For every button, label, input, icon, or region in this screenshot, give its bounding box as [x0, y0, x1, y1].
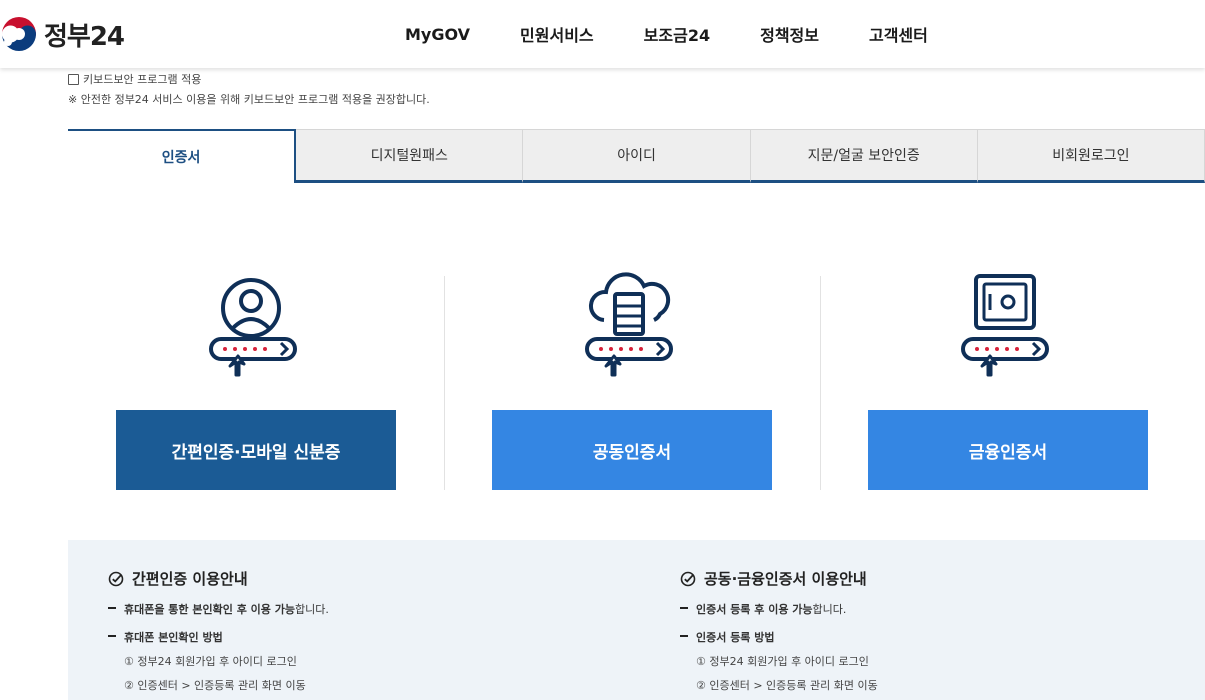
- info-title: 공동·금융인증서 이용안내: [680, 568, 878, 589]
- nav-customer-center[interactable]: 고객센터: [869, 22, 928, 46]
- cloud-server-icon: [585, 272, 673, 377]
- info-bullet-bold: 휴대폰 본인확인 방법: [124, 631, 223, 644]
- nav-policy[interactable]: 정책정보: [760, 22, 819, 46]
- info-bullet-bold: 인증서 등록 후 이용 가능: [696, 603, 813, 616]
- site-logo[interactable]: 정부24: [0, 14, 125, 54]
- financial-cert-button[interactable]: 금융인증서: [868, 410, 1148, 490]
- logo-text: 정부24: [44, 21, 125, 52]
- info-box: 간편인증 이용안내 휴대폰을 통한 본인확인 후 이용 가능합니다. 휴대폰 본…: [68, 540, 1205, 700]
- info-bullet: 휴대폰을 통한 본인확인 후 이용 가능합니다.: [108, 601, 329, 617]
- info-title-text: 간편인증 이용안내: [132, 570, 248, 588]
- card-divider: [444, 276, 445, 490]
- info-bullet: 휴대폰 본인확인 방법: [108, 629, 329, 645]
- tab-biometric[interactable]: 지문/얼굴 보안인증: [750, 129, 978, 183]
- info-bullet: 인증서 등록 방법: [680, 629, 878, 645]
- nav-subsidy[interactable]: 보조금24: [644, 22, 710, 46]
- info-joint-cert: 공동·금융인증서 이용안내 인증서 등록 후 이용 가능합니다. 인증서 등록 …: [680, 568, 878, 693]
- main-nav: MyGOV 민원서비스 보조금24 정책정보 고객센터: [380, 0, 953, 68]
- taegeuk-logo-icon: [2, 17, 36, 51]
- tab-id[interactable]: 아이디: [523, 129, 751, 183]
- info-step: ① 정부24 회원가입 후 아이디 로그인: [124, 655, 297, 668]
- info-bullet-rest: 합니다.: [812, 603, 847, 616]
- keyboard-security-row: 키보드보안 프로그램 적용: [68, 71, 201, 87]
- check-circle-icon: [680, 571, 696, 586]
- info-bullet-bold: 인증서 등록 방법: [696, 631, 775, 644]
- keyboard-security-note: ※ 안전한 정부24 서비스 이용을 위해 키보드보안 프로그램 적용을 권장합…: [68, 93, 430, 106]
- safe-icon: [961, 274, 1049, 377]
- card-divider: [820, 276, 821, 490]
- info-bullet-rest: 합니다.: [294, 603, 329, 616]
- info-step: ② 인증센터 > 인증등록 관리 화면 이동: [696, 679, 878, 692]
- nav-mygov[interactable]: MyGOV: [405, 25, 470, 44]
- tab-certificate[interactable]: 인증서: [68, 129, 297, 183]
- login-tabs: 인증서 디지털원패스 아이디 지문/얼굴 보안인증 비회원로그인: [68, 129, 1205, 183]
- joint-cert-button[interactable]: 공동인증서: [492, 410, 772, 490]
- tab-non-member[interactable]: 비회원로그인: [977, 129, 1205, 183]
- keyboard-security-label[interactable]: 키보드보안 프로그램 적용: [83, 71, 201, 87]
- info-step: ② 인증센터 > 인증등록 관리 화면 이동: [124, 679, 306, 692]
- nav-civil-service[interactable]: 민원서비스: [520, 22, 594, 46]
- info-simple-auth: 간편인증 이용안내 휴대폰을 통한 본인확인 후 이용 가능합니다. 휴대폰 본…: [108, 568, 329, 693]
- keyboard-security-checkbox[interactable]: [68, 73, 79, 85]
- info-step: ① 정부24 회원가입 후 아이디 로그인: [696, 655, 869, 668]
- site-header: 정부24 MyGOV 민원서비스 보조금24 정책정보 고객센터: [0, 0, 1205, 68]
- info-title-text: 공동·금융인증서 이용안내: [704, 570, 867, 588]
- tab-digital-onepass[interactable]: 디지털원패스: [296, 129, 524, 183]
- info-bullet-bold: 휴대폰을 통한 본인확인 후 이용 가능: [124, 603, 295, 616]
- info-bullet: 인증서 등록 후 이용 가능합니다.: [680, 601, 878, 617]
- check-circle-icon: [108, 571, 124, 586]
- info-title: 간편인증 이용안내: [108, 568, 329, 589]
- person-id-icon: [209, 278, 297, 377]
- simple-auth-button[interactable]: 간편인증·모바일 신분증: [116, 410, 396, 490]
